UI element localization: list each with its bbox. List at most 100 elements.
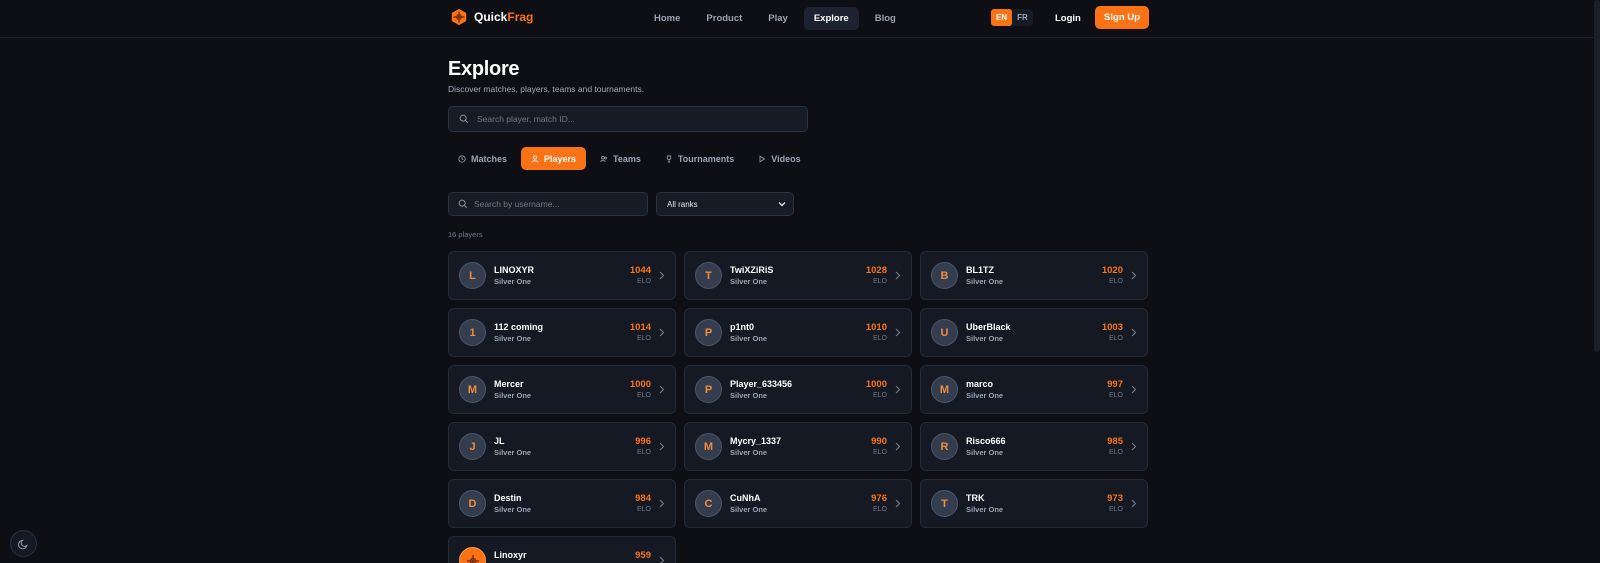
- player-card[interactable]: P p1nt0 Silver One 1010 ELO: [684, 308, 912, 357]
- moon-icon: [17, 539, 28, 549]
- player-name: CuNhA: [730, 493, 761, 503]
- global-search: [448, 106, 808, 132]
- elo-value: 1000: [629, 379, 651, 390]
- player-rank: Silver One: [730, 334, 768, 343]
- elo-value: 1020: [1101, 265, 1123, 276]
- player-name: p1nt0: [730, 322, 755, 332]
- chevron-right-icon: [659, 556, 665, 563]
- avatar: M: [931, 376, 958, 403]
- chevron-right-icon: [895, 328, 901, 337]
- player-card[interactable]: R Risco666 Silver One 985 ELO: [920, 422, 1148, 471]
- tab-label: Tournaments: [677, 153, 735, 164]
- player-card[interactable]: J JL Silver One 996 ELO: [448, 422, 676, 471]
- player-rank: Silver One: [494, 391, 532, 400]
- page-subtitle: Discover matches, players, teams and tou…: [448, 84, 645, 94]
- brand-logo[interactable]: QuickFrag: [450, 8, 533, 26]
- elo-value: 959: [635, 550, 651, 561]
- player-card[interactable]: M Mercer Silver One 1000 ELO: [448, 365, 676, 414]
- player-card[interactable]: 1 112 coming Silver One 1014 ELO: [448, 308, 676, 357]
- elo-label: ELO: [1108, 449, 1123, 456]
- player-card[interactable]: M Mycry_1337 Silver One 990 ELO: [684, 422, 912, 471]
- elo-block: 1014 ELO: [630, 322, 651, 342]
- player-card[interactable]: T TRK Silver One 973 ELO: [920, 479, 1148, 528]
- play-icon: [759, 154, 766, 163]
- elo-label: ELO: [872, 335, 887, 342]
- nav-play[interactable]: Play: [758, 7, 798, 30]
- player-info: UberBlack Silver One: [966, 322, 1011, 343]
- elo-block: 1000 ELO: [630, 379, 651, 399]
- player-card[interactable]: L LINOXYR Silver One 1044 ELO: [448, 251, 676, 300]
- page-scrollbar[interactable]: [1594, 0, 1600, 352]
- avatar: T: [931, 490, 958, 517]
- explore-tabs: Matches Players Teams Tournaments Videos: [448, 147, 811, 170]
- chevron-right-icon: [659, 499, 665, 508]
- player-card[interactable]: P Player_633456 Silver One 1000 ELO: [684, 365, 912, 414]
- search-icon: [458, 199, 468, 209]
- lang-en-button[interactable]: EN: [991, 9, 1013, 26]
- tab-players[interactable]: Players: [521, 147, 587, 170]
- global-search-input[interactable]: [477, 114, 757, 124]
- nav-links: Home Product Play Explore Blog: [644, 7, 906, 30]
- player-name: TRK: [966, 493, 985, 503]
- tab-label: Teams: [613, 153, 641, 164]
- search-icon: [459, 114, 469, 124]
- elo-label: ELO: [872, 278, 887, 285]
- username-search-input[interactable]: [474, 199, 634, 209]
- player-rank: Silver One: [494, 448, 532, 457]
- rank-filter-select[interactable]: All ranks: [656, 192, 794, 216]
- player-card[interactable]: B BL1TZ Silver One 1020 ELO: [920, 251, 1148, 300]
- player-card[interactable]: T TwiXZiRiS Silver One 1028 ELO: [684, 251, 912, 300]
- player-card[interactable]: M marco Silver One 997 ELO: [920, 365, 1148, 414]
- tab-label: Matches: [471, 153, 508, 164]
- theme-toggle-button[interactable]: [10, 530, 37, 557]
- signup-button[interactable]: Sign Up: [1095, 6, 1149, 29]
- login-link[interactable]: Login: [1055, 13, 1081, 24]
- tab-teams[interactable]: Teams: [590, 147, 651, 170]
- clock-icon: [458, 154, 466, 163]
- nav-home[interactable]: Home: [644, 7, 690, 30]
- username-search: [448, 192, 648, 216]
- player-info: Player_633456 Silver One: [730, 379, 792, 400]
- player-name: Destin: [494, 493, 522, 503]
- player-info: JL Silver One: [494, 436, 531, 457]
- elo-block: 1003 ELO: [1102, 322, 1123, 342]
- avatar: T: [695, 262, 722, 289]
- nav-explore[interactable]: Explore: [803, 7, 859, 30]
- elo-label: ELO: [872, 449, 887, 456]
- player-info: Mycry_1337 Silver One: [730, 436, 781, 457]
- player-name: LINOXYR: [494, 265, 535, 275]
- elo-value: 1003: [1101, 322, 1123, 333]
- player-card[interactable]: D Destin Silver One 984 ELO: [448, 479, 676, 528]
- brand-name: QuickFrag: [474, 10, 534, 24]
- chevron-right-icon: [1131, 385, 1137, 394]
- elo-label: ELO: [636, 335, 651, 342]
- player-rank: Silver One: [730, 391, 768, 400]
- elo-value: 984: [635, 493, 651, 504]
- chevron-right-icon: [895, 442, 901, 451]
- player-rank: Silver One: [730, 505, 768, 514]
- player-name: UberBlack: [966, 322, 1011, 332]
- tab-tournaments[interactable]: Tournaments: [655, 147, 744, 170]
- player-card[interactable]: U UberBlack Silver One 1003 ELO: [920, 308, 1148, 357]
- player-card[interactable]: C CuNhA Silver One 976 ELO: [684, 479, 912, 528]
- elo-block: 976 ELO: [871, 493, 887, 513]
- player-card[interactable]: Linoxyr Silver One 959 ELO: [448, 536, 676, 563]
- nav-product[interactable]: Product: [696, 7, 752, 30]
- users-icon: [600, 155, 608, 162]
- elo-value: 976: [871, 493, 887, 504]
- nav-blog[interactable]: Blog: [865, 7, 906, 30]
- avatar: D: [459, 490, 486, 517]
- player-rank: Silver One: [730, 277, 768, 286]
- player-info: Risco666 Silver One: [966, 436, 1006, 457]
- elo-label: ELO: [1108, 392, 1123, 399]
- player-info: Mercer Silver One: [494, 379, 531, 400]
- avatar: B: [931, 262, 958, 289]
- tab-matches[interactable]: Matches: [448, 147, 517, 170]
- player-info: 112 coming Silver One: [494, 322, 543, 343]
- tab-videos[interactable]: Videos: [748, 147, 810, 170]
- quickfrag-logo-icon: [451, 8, 467, 26]
- chevron-right-icon: [1131, 328, 1137, 337]
- trophy-icon: [666, 155, 672, 162]
- lang-fr-button[interactable]: FR: [1012, 9, 1033, 26]
- player-name: TwiXZiRiS: [730, 265, 774, 275]
